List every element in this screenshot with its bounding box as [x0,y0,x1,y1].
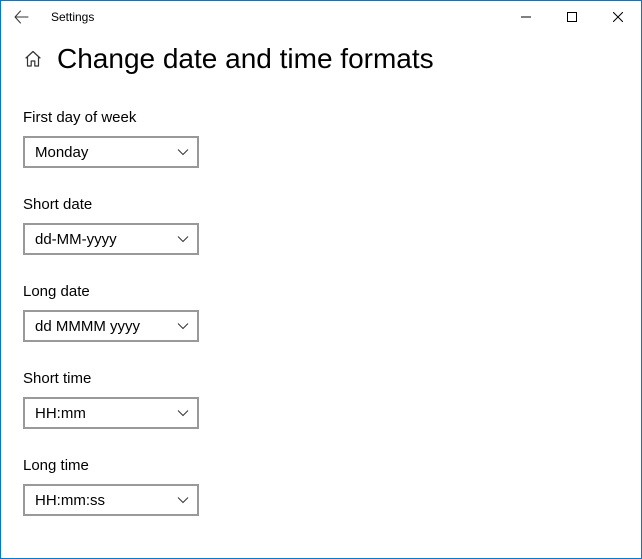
short-time-label: Short time [23,370,619,387]
short-date-combo[interactable]: dd-MM-yyyy [23,223,199,255]
window-controls [503,1,641,33]
titlebar-left: Settings [9,5,94,29]
back-arrow-icon [13,9,29,25]
chevron-down-icon [177,494,189,506]
app-title: Settings [51,10,94,24]
long-date-group: Long date dd MMMM yyyy [23,283,619,342]
long-time-value: HH:mm:ss [35,492,105,509]
short-date-value: dd-MM-yyyy [35,231,117,248]
maximize-icon [567,12,577,22]
long-date-value: dd MMMM yyyy [35,318,140,335]
short-date-label: Short date [23,196,619,213]
close-icon [613,12,623,22]
home-button[interactable] [23,49,43,69]
page-title: Change date and time formats [57,43,434,75]
first-day-value: Monday [35,144,88,161]
chevron-down-icon [177,146,189,158]
heading-row: Change date and time formats [23,43,619,75]
chevron-down-icon [177,407,189,419]
short-time-value: HH:mm [35,405,86,422]
long-date-combo[interactable]: dd MMMM yyyy [23,310,199,342]
first-day-group: First day of week Monday [23,109,619,168]
minimize-icon [521,12,531,22]
long-date-label: Long date [23,283,619,300]
short-time-combo[interactable]: HH:mm [23,397,199,429]
first-day-label: First day of week [23,109,619,126]
settings-window: Settings [0,0,642,559]
short-date-group: Short date dd-MM-yyyy [23,196,619,255]
close-button[interactable] [595,1,641,33]
back-button[interactable] [9,5,33,29]
home-icon [24,50,42,68]
minimize-button[interactable] [503,1,549,33]
long-time-label: Long time [23,457,619,474]
long-time-combo[interactable]: HH:mm:ss [23,484,199,516]
maximize-button[interactable] [549,1,595,33]
short-time-group: Short time HH:mm [23,370,619,429]
first-day-combo[interactable]: Monday [23,136,199,168]
long-time-group: Long time HH:mm:ss [23,457,619,516]
chevron-down-icon [177,320,189,332]
chevron-down-icon [177,233,189,245]
content-area: Change date and time formats First day o… [1,33,641,559]
titlebar: Settings [1,1,641,33]
